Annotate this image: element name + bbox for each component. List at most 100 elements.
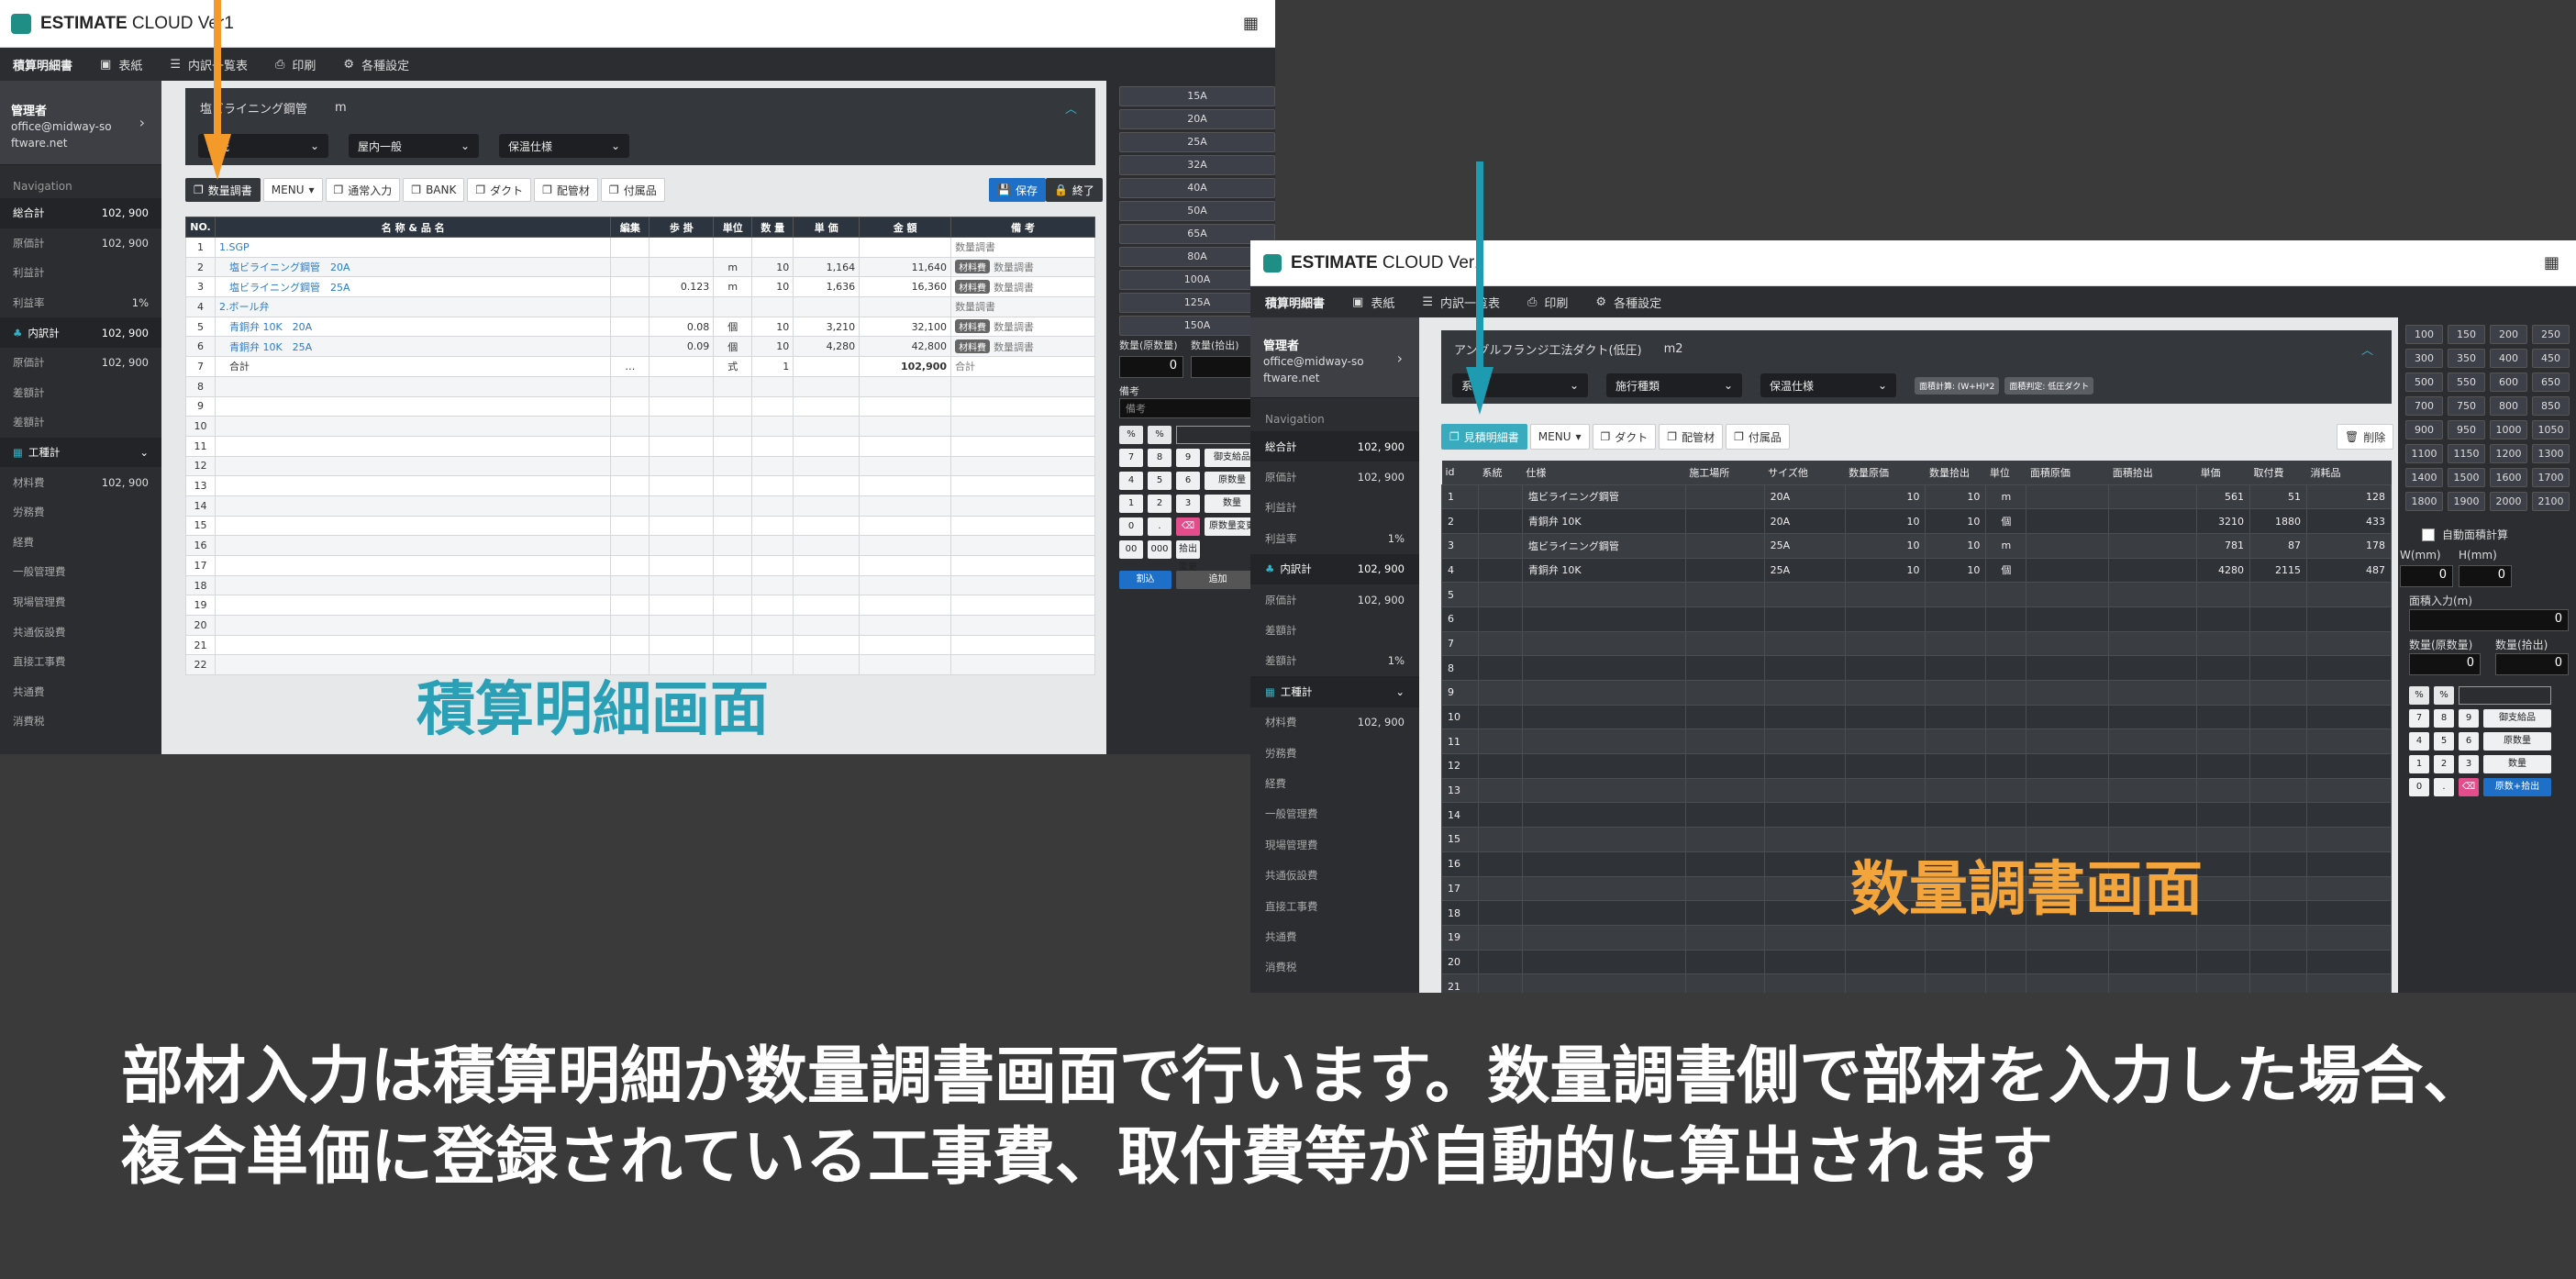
table-row[interactable]: 19 [1441,924,2393,951]
table-row[interactable]: 14 [185,495,1095,517]
sidebar-item[interactable]: 経費 [0,528,161,558]
sidebar-item[interactable]: 差額計 [1250,615,1419,645]
table-row[interactable]: 14 [1441,802,2393,829]
table-cell[interactable] [214,595,612,617]
table-row[interactable]: 8 [1441,655,2393,681]
size-button[interactable]: 200 [2490,325,2527,344]
size-button[interactable]: 1500 [2448,468,2485,487]
normal-input-button[interactable]: ❐ 通常入力 [325,178,401,202]
table-row[interactable]: 21 [1441,973,2393,993]
duct-button[interactable]: ❐ ダクト [467,178,532,202]
size-button[interactable]: 1050 [2532,420,2570,439]
table-row[interactable]: 8 [185,375,1095,397]
sidebar-item[interactable]: 利益率 1% [0,288,161,318]
keypad-key[interactable]: % [2434,686,2454,705]
table-row[interactable]: 6 青銅弁 10K 25A 0.09 個 10 4,280 42,800 材料費 数量調書 [185,336,1095,358]
table-row[interactable]: 20 [185,615,1095,636]
dropdown-construction-type[interactable]: 施行種類 ⌄ [1606,373,1742,397]
sidebar-item[interactable]: 直接工事費 [1250,891,1419,921]
table-cell[interactable] [214,475,612,496]
keypad-key[interactable]: 0 [1119,517,1143,536]
interrupt-button[interactable]: 割込 [1119,571,1171,589]
table-cell[interactable]: 青銅弁 10K 25A [214,336,612,358]
sidebar-item[interactable]: 一般管理費 [1250,799,1419,829]
table-cell[interactable] [214,574,612,596]
sidebar-item[interactable]: 共通費 [0,677,161,707]
size-button[interactable]: 2000 [2490,492,2527,511]
table-row[interactable]: 5 [1441,582,2393,607]
table-cell[interactable]: 合計 [214,356,612,377]
size-button[interactable]: 32A [1119,155,1275,175]
sidebar-item[interactable]: 原価計 102, 900 [1250,584,1419,615]
sidebar-item[interactable]: 共通費 [1250,921,1419,951]
duct-button[interactable]: ❐ ダクト [1592,424,1657,450]
keypad-key[interactable]: 数量 [2483,755,2551,773]
table-cell[interactable] [214,515,612,537]
save-button[interactable]: 💾 保存 [989,178,1046,202]
table-row[interactable]: 11 [1441,728,2393,755]
sidebar-item[interactable]: 現場管理費 [1250,829,1419,860]
user-profile[interactable]: 管理者 office@midway-software.net › [1250,317,1419,398]
dropdown-insulation[interactable]: 保温仕様 ⌄ [1760,373,1896,397]
size-button[interactable]: 650 [2532,373,2570,392]
sidebar-item[interactable]: 利益計 [1250,493,1419,523]
piping-button[interactable]: ❐ 配管材 [1659,424,1724,450]
keypad-key[interactable]: 5 [2434,732,2454,751]
table-cell[interactable] [214,615,612,636]
keypad-key[interactable]: 4 [1119,472,1143,490]
auto-area-checkbox[interactable]: 自動面積計算 [2422,527,2508,542]
table-row[interactable]: 3 塩ビライニング鋼管 25A 0.123 m 10 1,636 16,360 材料費 数量調… [185,276,1095,298]
piping-button[interactable]: ❐ 配管材 [534,178,598,202]
sidebar-item[interactable]: 現場管理費 [0,587,161,617]
table-cell[interactable]: 青銅弁 10K 20A [214,316,612,338]
table-cell[interactable] [214,395,612,417]
table-cell[interactable] [214,455,612,477]
size-button[interactable]: 40A [1119,178,1275,198]
size-button[interactable]: 100 [2405,325,2443,344]
table-row[interactable]: 2 青銅弁 10K 20A 10 10 個 3210 1880 433 [1441,508,2393,534]
size-button[interactable]: 1300 [2532,444,2570,463]
sidebar-item[interactable]: 材料費 102, 900 [1250,707,1419,738]
table-row[interactable]: 20 [1441,949,2393,975]
end-button[interactable]: 🔒 終了 [1045,178,1103,202]
table-row[interactable]: 13 [185,475,1095,496]
size-button[interactable]: 850 [2532,396,2570,416]
sidebar-item[interactable]: ▦ 工種計 ⌄ [1250,676,1419,707]
table-row[interactable]: 12 [185,455,1095,477]
sidebar-item[interactable]: 経費 [1250,768,1419,798]
keypad-key[interactable]: 6 [2459,732,2479,751]
size-button[interactable]: 550 [2448,373,2485,392]
backspace-icon[interactable]: ⌫ [2459,778,2479,796]
size-button[interactable]: 250 [2532,325,2570,344]
keypad-key[interactable]: 原数量 [2483,732,2551,751]
sidebar-item[interactable]: 総合計 102, 900 [0,198,161,228]
keypad-key[interactable]: 3 [2459,755,2479,773]
sidebar-item[interactable]: 差額計 [0,407,161,438]
size-button[interactable]: 450 [2532,349,2570,368]
size-button[interactable]: 1600 [2490,468,2527,487]
sidebar-item[interactable]: 原価計 102, 900 [0,228,161,259]
table-cell[interactable] [214,375,612,397]
keypad-key[interactable]: 6 [1176,472,1200,490]
table-row[interactable]: 21 [185,634,1095,656]
sidebar-item[interactable]: 差額計 1% [1250,646,1419,676]
grid-menu-icon[interactable]: ▦ [1243,14,1259,33]
qty-original-input[interactable]: 0 [2409,653,2481,675]
keypad-key[interactable]: 00 [1119,540,1143,559]
table-row[interactable]: 18 [185,574,1095,596]
size-button[interactable]: 20A [1119,109,1275,129]
menu-button[interactable]: MENU ▾ [1529,424,1590,450]
size-button[interactable]: 1400 [2405,468,2443,487]
keypad-key[interactable]: 8 [2434,709,2454,728]
table-row[interactable]: 11 [185,435,1095,457]
keypad-key[interactable]: 7 [2409,709,2429,728]
size-button[interactable]: 500 [2405,373,2443,392]
table-cell[interactable] [214,634,612,656]
sidebar-item[interactable]: 労務費 [0,497,161,528]
keypad-key[interactable]: 5 [1148,472,1171,490]
estimate-detail-button[interactable]: ❐ 見積明細書 [1441,424,1527,450]
width-input[interactable]: 0 [2400,565,2453,587]
table-row[interactable]: 9 [1441,680,2393,706]
keypad-key[interactable]: 2 [2434,755,2454,773]
sidebar-item[interactable]: 直接工事費 [0,647,161,677]
